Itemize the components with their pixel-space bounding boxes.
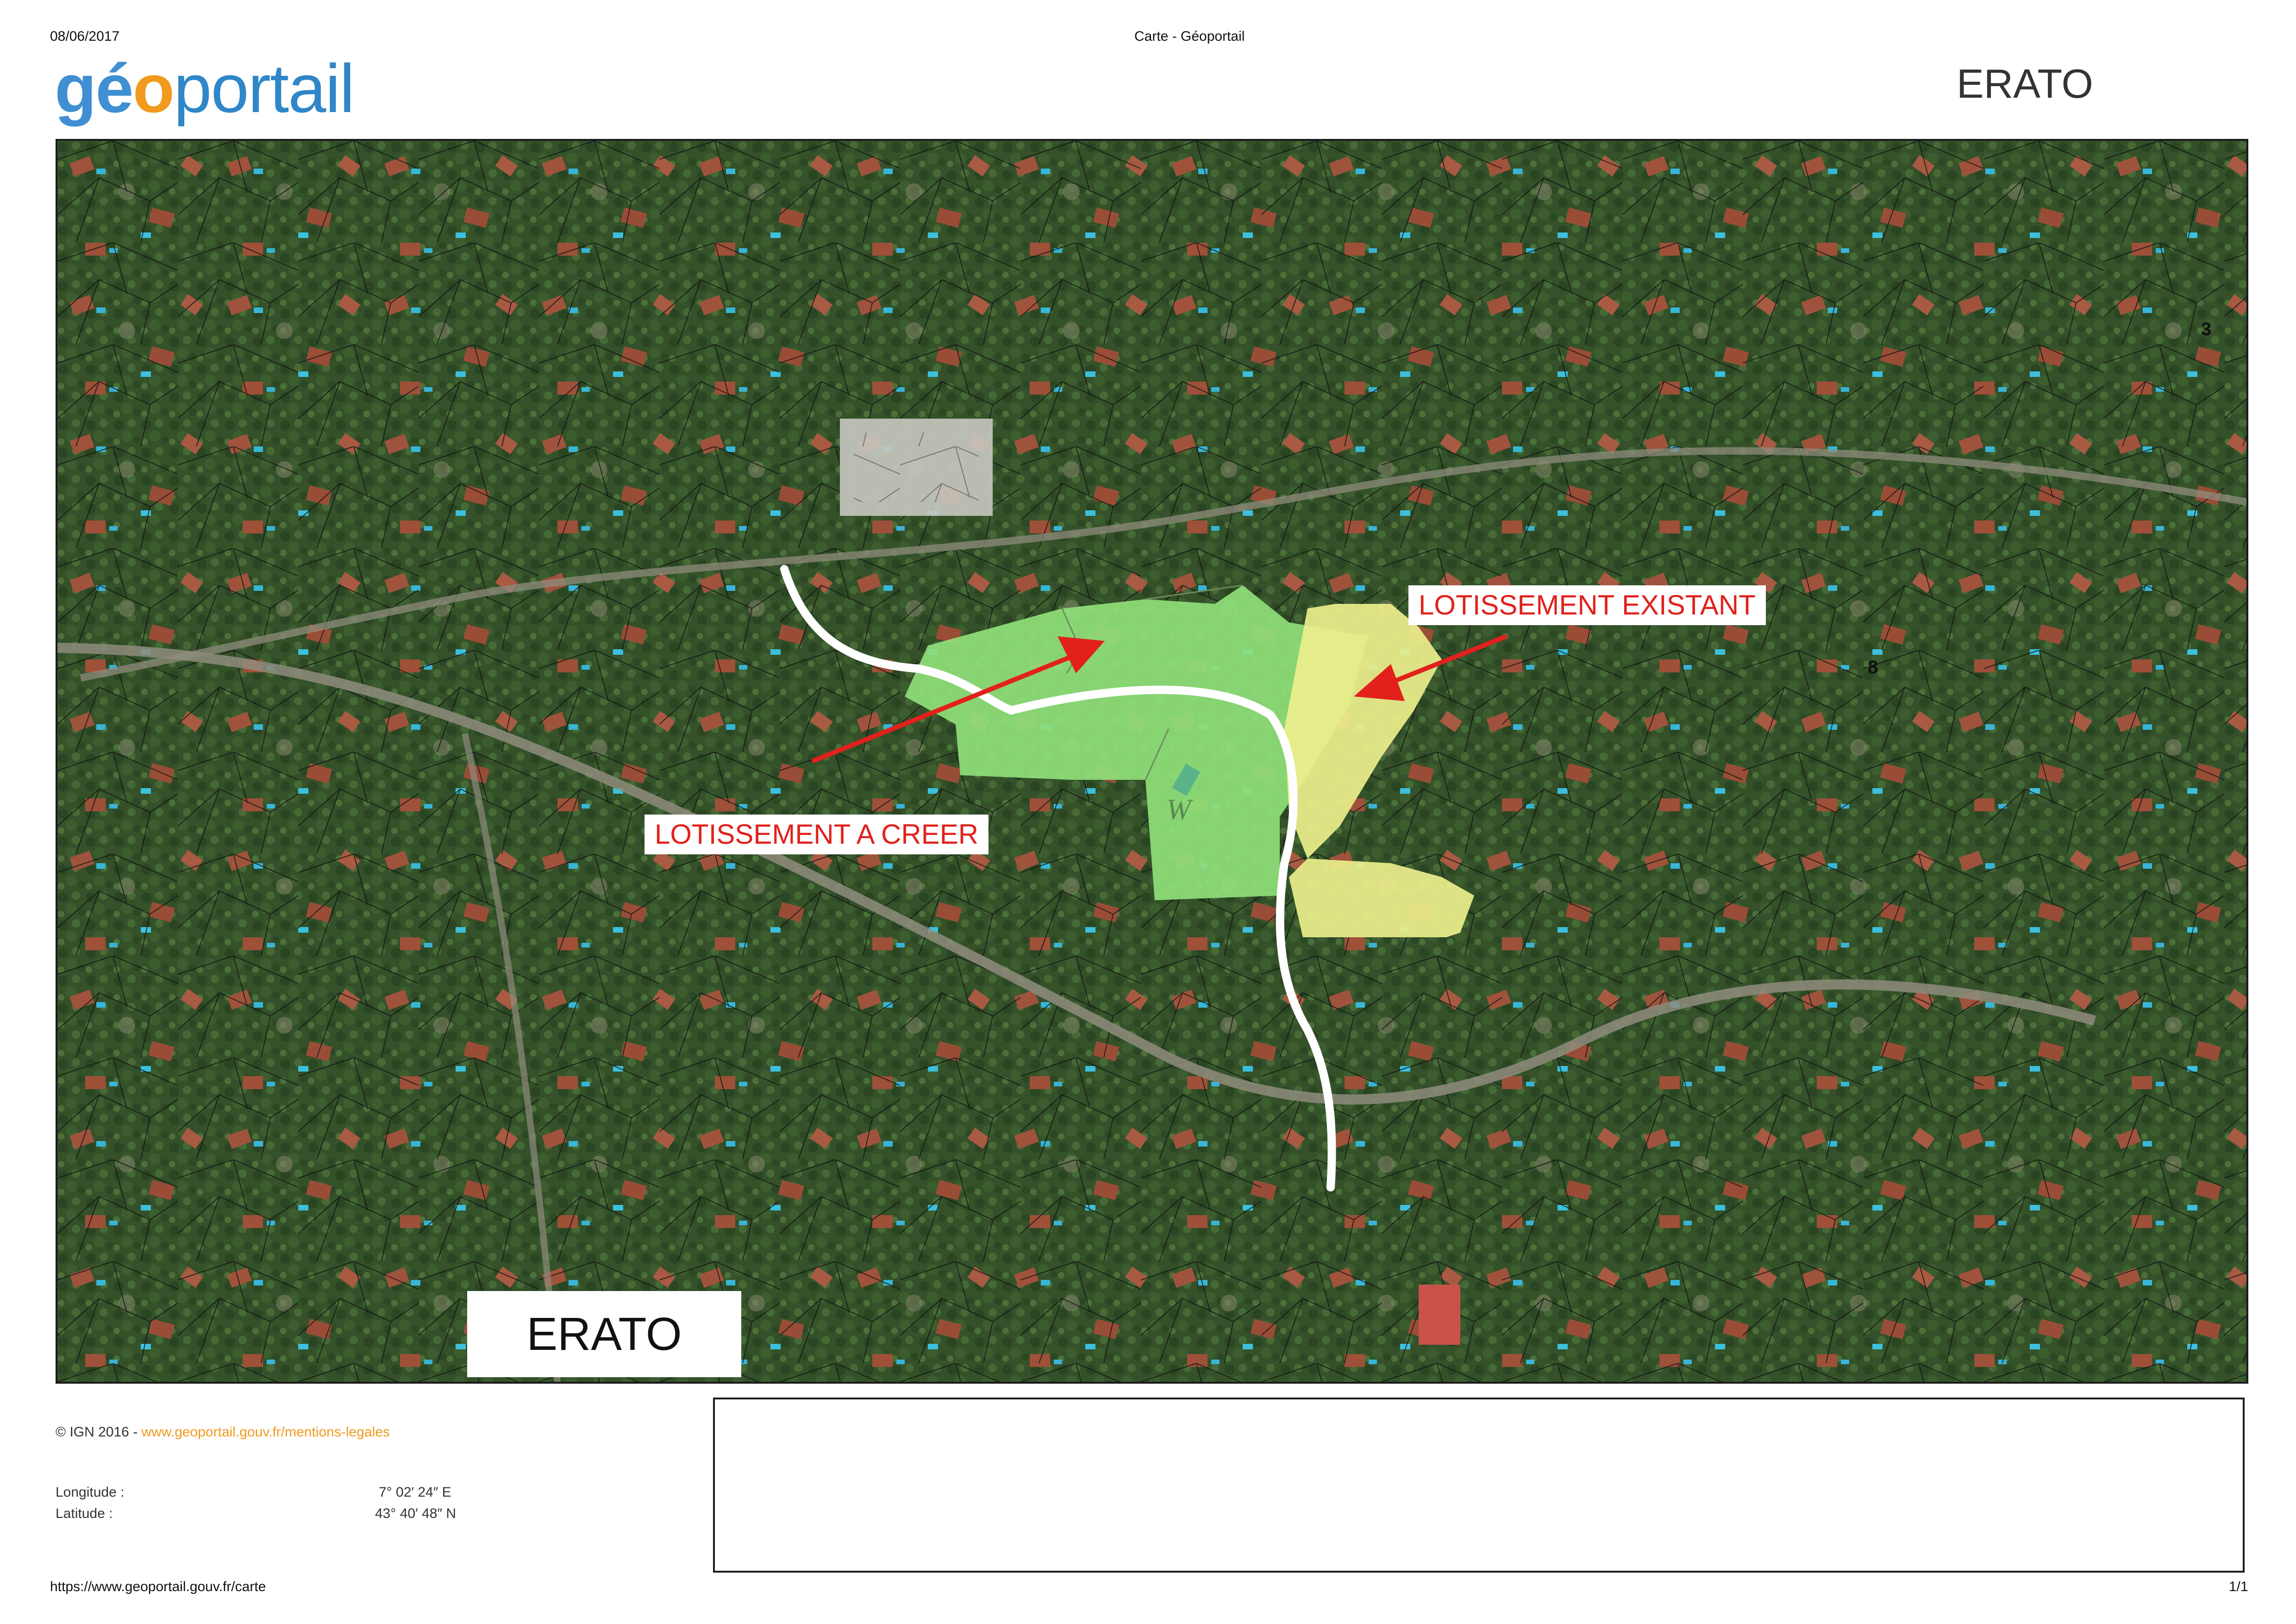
longitude-label: Longitude :	[56, 1485, 125, 1500]
print-date: 08/06/2017	[50, 29, 120, 44]
logo-text-portail: portail	[174, 50, 355, 127]
map-title: ERATO	[1956, 61, 2093, 107]
erato-label: ERATO	[467, 1291, 741, 1377]
page-title: Carte - Géoportail	[1134, 29, 1245, 44]
logo-text-ge: gé	[55, 50, 134, 127]
copyright-text: © IGN 2016 -	[56, 1424, 142, 1440]
page-url: https://www.geoportail.gouv.fr/carte	[50, 1579, 266, 1594]
aerial-map: W 3 8	[57, 141, 2246, 1382]
legal-link[interactable]: www.geoportail.gouv.fr/mentions-legales	[142, 1424, 390, 1440]
latitude-value: 43° 40′ 48″ N	[375, 1506, 457, 1521]
geoportail-logo: géoportail	[55, 55, 355, 123]
parcel-number-8: 8	[1868, 657, 1878, 677]
info-box	[713, 1398, 2245, 1573]
page-count: 1/1	[2229, 1579, 2248, 1594]
map-view[interactable]: W 3 8 LOTISSEMENT EXISTANT LOTISSEMENT A…	[56, 139, 2248, 1384]
parcel-letter-w: W	[1166, 793, 1194, 826]
latitude-label: Latitude :	[56, 1506, 113, 1521]
copyright: © IGN 2016 - www.geoportail.gouv.fr/ment…	[56, 1424, 390, 1440]
longitude-value: 7° 02′ 24″ E	[379, 1485, 451, 1500]
label-new-subdivision: LOTISSEMENT A CREER	[644, 815, 989, 854]
logo-text-o: o	[132, 50, 175, 127]
label-existing-subdivision: LOTISSEMENT EXISTANT	[1408, 585, 1766, 625]
parcel-number-3: 3	[2201, 319, 2211, 339]
